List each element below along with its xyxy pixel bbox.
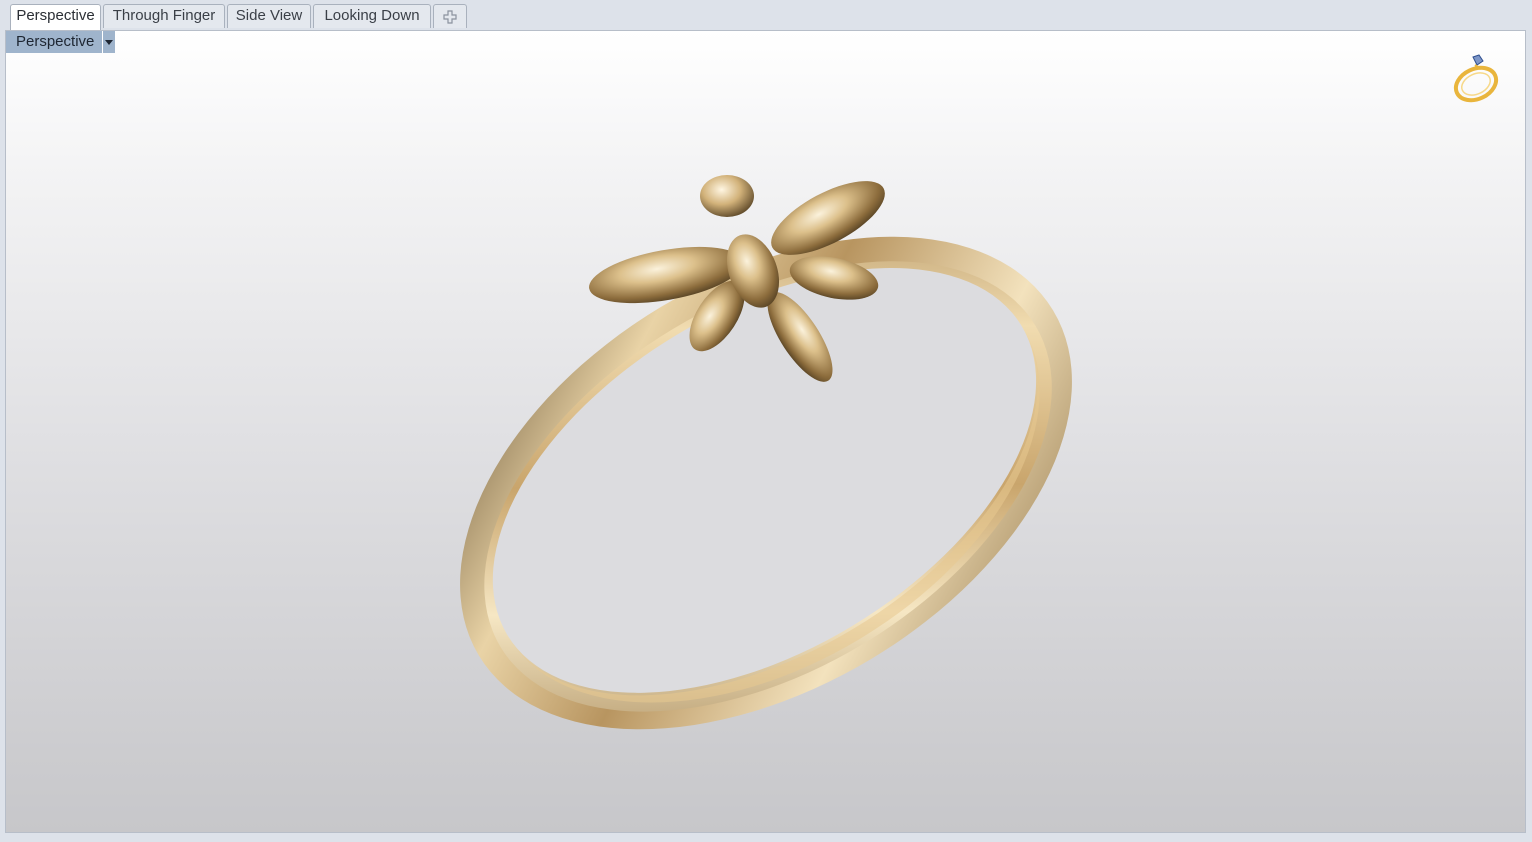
tab-perspective[interactable]: Perspective [10,4,101,31]
app-window: Perspective Through Finger Side View Loo… [0,0,1532,842]
chevron-down-icon[interactable] [102,31,116,53]
ring-model[interactable] [6,31,1525,832]
ring-band [460,236,1072,730]
3d-viewport[interactable]: Perspective [5,30,1526,833]
tab-looking-down[interactable]: Looking Down [313,4,431,28]
ring-icon[interactable] [1451,51,1501,103]
plus-icon [443,10,457,24]
bottom-strip [0,834,1532,842]
view-tab-strip: Perspective Through Finger Side View Loo… [0,0,1532,31]
viewport-label-text[interactable]: Perspective [6,31,103,53]
tab-side-view[interactable]: Side View [227,4,311,28]
tab-through-finger[interactable]: Through Finger [103,4,225,28]
viewport-label[interactable]: Perspective [6,31,116,53]
add-tab-button[interactable] [433,4,467,28]
